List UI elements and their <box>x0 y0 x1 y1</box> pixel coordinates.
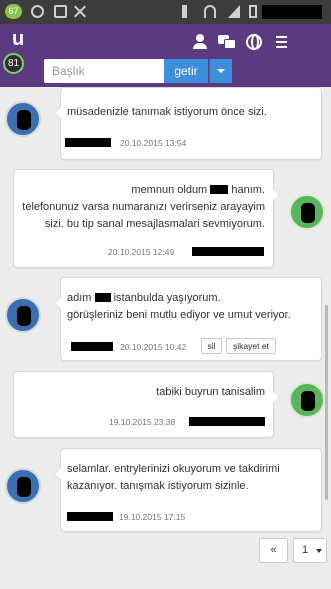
message-date: 19.10.2015 23:38 <box>109 417 176 427</box>
redacted-username <box>192 247 264 256</box>
message-text: adım istanbulda yaşıyorum. görüşleriniz b… <box>67 292 291 321</box>
message-text: tabiki buyrun tanisalim <box>156 386 265 398</box>
redacted-username <box>65 138 111 147</box>
user-icon[interactable] <box>192 34 208 50</box>
message-bubble: müsadenizle tanımak istiyorum önce sizi.… <box>54 87 322 160</box>
status-bar: 67 <box>0 0 331 24</box>
message-date: 20.10.2015 10:42 <box>120 342 187 352</box>
circle-notification-icon <box>31 5 44 18</box>
avatar[interactable] <box>5 101 41 137</box>
message-date: 20.10.2015 13:54 <box>120 138 187 148</box>
search-options-dropdown[interactable] <box>209 59 232 83</box>
scrollbar[interactable] <box>325 305 328 500</box>
redacted-username <box>189 417 265 426</box>
mute-icon <box>182 5 194 18</box>
messages-icon[interactable] <box>218 34 236 50</box>
message-date: 20.10.2015 12:49 <box>108 247 175 257</box>
search-input[interactable] <box>44 59 164 83</box>
redacted-clock <box>262 5 322 19</box>
redacted-username <box>67 512 113 521</box>
wifi-icon <box>204 5 216 18</box>
notification-count-badge: 67 <box>5 4 22 19</box>
redacted-name <box>94 293 111 302</box>
redacted-username <box>71 342 113 351</box>
report-button[interactable]: şikayet et <box>226 338 276 354</box>
battery-icon <box>249 5 257 18</box>
message-date: 19.10.2015 17:15 <box>119 512 186 522</box>
score-badge: 81 <box>3 53 24 74</box>
avatar[interactable] <box>289 382 325 418</box>
tools-notification-icon <box>74 5 87 18</box>
page-select[interactable]: 1 <box>293 538 327 563</box>
avatar[interactable] <box>5 468 41 504</box>
redacted-face <box>301 391 315 411</box>
message-bubble: adım istanbulda yaşıyorum. görüşleriniz b… <box>54 277 322 361</box>
redacted-face <box>17 306 31 326</box>
delete-button[interactable]: sil <box>201 338 222 354</box>
signal-icon <box>228 5 240 18</box>
message-text: müsadenizle tanımak istiyorum önce sizi. <box>67 106 267 118</box>
redacted-face <box>17 110 31 130</box>
globe-icon[interactable] <box>246 34 262 50</box>
message-text: selamlar. entrylerinizi okuyorum ve takd… <box>67 463 280 492</box>
site-logo[interactable]: u <box>12 28 24 51</box>
message-bubble: selamlar. entrylerinizi okuyorum ve takd… <box>54 448 322 532</box>
search-button[interactable]: getir <box>164 59 208 83</box>
redacted-name <box>210 185 229 194</box>
message-bubble: tabiki buyrun tanisalim 19.10.2015 23:38 <box>13 371 280 438</box>
redacted-face <box>17 477 31 497</box>
previous-page-button[interactable]: « <box>259 538 288 563</box>
avatar[interactable] <box>289 194 325 230</box>
redacted-face <box>301 203 315 223</box>
edit-notification-icon <box>54 5 67 18</box>
message-text: memnun oldum hanım. telefonunuz varsa num… <box>22 184 265 230</box>
message-bubble: memnun oldum hanım. telefonunuz varsa num… <box>13 169 280 268</box>
hamburger-menu-icon[interactable] <box>276 36 292 48</box>
avatar[interactable] <box>5 297 41 333</box>
